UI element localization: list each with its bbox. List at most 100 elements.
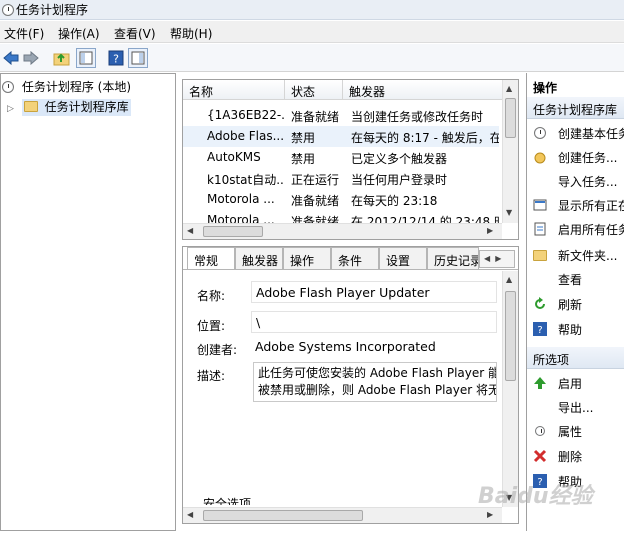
properties-icon xyxy=(533,424,547,438)
action-import-task[interactable]: 导入任务... xyxy=(527,169,624,193)
description-label: 描述: xyxy=(197,369,226,383)
back-icon[interactable] xyxy=(1,48,21,68)
task-status: 禁用 xyxy=(291,131,316,145)
action-help[interactable]: ? 帮助 xyxy=(527,317,624,341)
tree-root[interactable]: 任务计划程序 (本地) xyxy=(2,78,131,98)
detail-pane: 常规 触发器 操作 条件 设置 历史记录 ◀ ▶ 名称: Adobe Flash… xyxy=(182,246,519,524)
task-list-hscrollbar[interactable]: ◀ ▶ xyxy=(183,223,502,239)
action-properties[interactable]: 属性 xyxy=(527,419,624,443)
task-name: Motorola ... xyxy=(207,192,275,206)
tab-general[interactable]: 常规 xyxy=(187,247,235,270)
task-status: 正在运行 xyxy=(291,173,340,187)
title-bar: 任务计划程序 xyxy=(0,0,624,20)
tree-library[interactable]: ▷ 任务计划程序库 xyxy=(7,98,131,118)
table-row-selected[interactable]: Adobe Flas... 禁用 在每天的 8:17 - 触发后，在 xyxy=(183,126,499,147)
enable-arrow-icon xyxy=(533,376,547,390)
description-line: 被禁用或删除，则 Adobe Flash Player 将无 xyxy=(258,383,497,397)
action-label: 显示所有正在运行的任务 xyxy=(558,199,624,213)
task-list-vscrollbar[interactable]: ▲ ▼ xyxy=(502,80,518,223)
tab-scroll-arrows[interactable]: ◀ ▶ xyxy=(479,250,515,268)
column-name[interactable]: 名称 xyxy=(183,80,285,100)
task-list: 名称 状态 触发器 {1A36EB22-... 准备就绪 当创建任务或修改任务时… xyxy=(182,79,519,240)
table-row[interactable]: Motorola ... 准备就绪 在 2012/12/14 的 23:48 时 xyxy=(183,210,499,224)
author-label: 创建者: xyxy=(197,343,238,357)
running-tasks-icon xyxy=(533,198,547,212)
help-icon[interactable]: ? xyxy=(106,48,126,68)
action-enable-history[interactable]: 启用所有任务历史记录 xyxy=(527,217,624,241)
security-options-label: 安全选项 xyxy=(203,497,252,505)
author-field[interactable]: Adobe Systems Incorporated xyxy=(251,336,497,358)
svg-text:?: ? xyxy=(537,325,542,336)
column-trigger[interactable]: 触发器 xyxy=(343,80,503,100)
action-label: 导入任务... xyxy=(558,175,618,189)
task-trigger: 已定义多个触发器 xyxy=(351,152,448,166)
menu-view[interactable]: 查看(V) xyxy=(114,25,156,42)
table-row[interactable]: {1A36EB22-... 准备就绪 当创建任务或修改任务时 xyxy=(183,105,499,126)
svg-text:?: ? xyxy=(113,53,119,66)
task-status: 准备就绪 xyxy=(291,194,340,208)
up-folder-icon[interactable] xyxy=(52,48,72,68)
action-export[interactable]: 导出... xyxy=(527,395,624,419)
menu-file[interactable]: 文件(F) xyxy=(4,25,44,42)
new-folder-icon xyxy=(533,248,547,262)
column-status[interactable]: 状态 xyxy=(285,80,343,100)
tab-settings[interactable]: 设置 xyxy=(379,247,427,269)
task-status: 禁用 xyxy=(291,152,316,166)
folder-icon xyxy=(23,101,38,112)
tab-triggers[interactable]: 触发器 xyxy=(235,247,283,269)
action-show-running[interactable]: 显示所有正在运行的任务 xyxy=(527,193,624,217)
action-label: 属性 xyxy=(558,425,583,439)
action-create-task[interactable]: 创建任务... xyxy=(527,145,624,169)
tab-history[interactable]: 历史记录 xyxy=(427,247,479,269)
menu-bar: 文件(F) 操作(A) 查看(V) 帮助(H) xyxy=(0,21,624,43)
actions-section-library[interactable]: 任务计划程序库 xyxy=(527,97,624,119)
action-label: 删除 xyxy=(558,450,583,464)
help-icon: ? xyxy=(533,322,547,336)
task-name: k10stat自动... xyxy=(207,173,285,187)
table-row[interactable]: Motorola ... 准备就绪 在每天的 23:18 xyxy=(183,189,499,210)
task-name: AutoKMS xyxy=(207,150,261,164)
forward-icon[interactable] xyxy=(21,48,41,68)
task-trigger: 在每天的 23:18 xyxy=(351,194,438,208)
show-hide-actions-icon[interactable] xyxy=(128,48,148,68)
window-title: 任务计划程序 xyxy=(16,3,89,17)
action-label: 新文件夹... xyxy=(558,249,618,263)
task-name: Adobe Flas... xyxy=(207,129,285,143)
task-trigger: 当任何用户登录时 xyxy=(351,173,448,187)
description-box[interactable]: 此任务可使您安装的 Adobe Flash Player 能 被禁用或删除，则 … xyxy=(253,362,497,402)
delete-x-icon xyxy=(533,449,547,463)
action-enable[interactable]: 启用 xyxy=(527,371,624,395)
action-label: 创建基本任务... xyxy=(558,127,624,141)
show-hide-tree-icon[interactable] xyxy=(76,48,96,68)
name-label: 名称: xyxy=(197,289,226,303)
app-icon xyxy=(2,3,14,17)
action-view[interactable]: 查看 xyxy=(527,267,624,291)
expand-arrow-icon[interactable]: ▷ xyxy=(7,104,14,114)
table-row[interactable]: AutoKMS 禁用 已定义多个触发器 xyxy=(183,147,499,168)
name-field[interactable]: Adobe Flash Player Updater xyxy=(251,281,497,303)
table-row[interactable]: k10stat自动... 正在运行 当任何用户登录时 xyxy=(183,168,499,189)
action-refresh[interactable]: 刷新 xyxy=(527,292,624,316)
location-label: 位置: xyxy=(197,319,226,333)
toolbar: ? xyxy=(0,44,624,72)
history-icon xyxy=(533,222,547,236)
tab-actions[interactable]: 操作 xyxy=(283,247,331,269)
watermark: Baidu经验 xyxy=(478,484,593,509)
menu-help[interactable]: 帮助(H) xyxy=(170,25,212,42)
action-delete[interactable]: 删除 xyxy=(527,444,624,468)
action-new-folder[interactable]: 新文件夹... xyxy=(527,243,624,267)
action-label: 启用 xyxy=(558,377,583,391)
tab-conditions[interactable]: 条件 xyxy=(331,247,379,269)
location-field[interactable]: \ xyxy=(251,311,497,333)
task-name: {1A36EB22-... xyxy=(207,108,285,122)
tree-pane: 任务计划程序 (本地) ▷ 任务计划程序库 xyxy=(0,73,176,531)
detail-hscrollbar[interactable]: ◀ ▶ xyxy=(183,507,502,523)
actions-section-selected[interactable]: 所选项 xyxy=(527,347,624,369)
detail-vscrollbar[interactable]: ▲ ▼ xyxy=(502,271,518,507)
action-create-basic-task[interactable]: 创建基本任务... xyxy=(527,121,624,145)
action-label: 帮助 xyxy=(558,323,583,337)
tree-library-label: 任务计划程序库 xyxy=(44,100,129,114)
action-label: 导出... xyxy=(558,401,594,415)
menu-action[interactable]: 操作(A) xyxy=(58,25,100,42)
description-line: 此任务可使您安装的 Adobe Flash Player 能 xyxy=(258,366,497,380)
